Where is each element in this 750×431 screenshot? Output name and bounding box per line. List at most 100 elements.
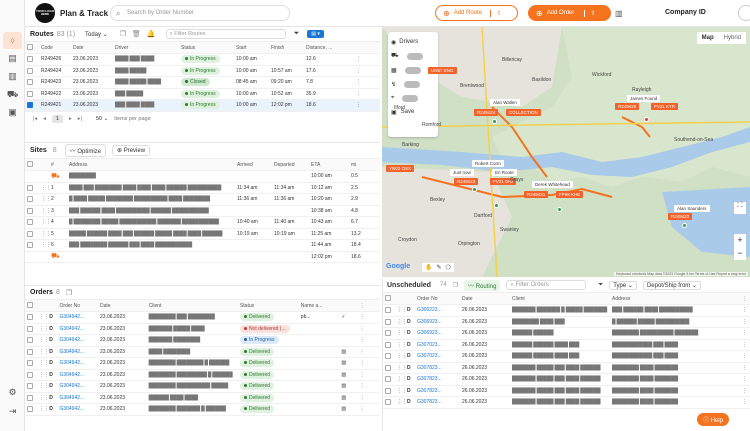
table-row[interactable]: ⋮⋮DG304942...23.06.2023████████ ████████… (25, 369, 380, 381)
trash-icon[interactable]: 🗑 (132, 30, 141, 38)
row-checkbox[interactable] (27, 360, 33, 367)
search-input[interactable]: ⌕ Search by Order Number (110, 5, 290, 21)
toggle-switch[interactable] (404, 66, 421, 74)
col-distance[interactable]: Distance, ... (304, 42, 354, 54)
table-row[interactable]: ⋮⋮DG307823...26.06.2023███████ █████ ███… (383, 385, 750, 397)
map-route-label[interactable]: R249424 (474, 109, 499, 116)
table-row[interactable]: ⋮⋮DG304942...23.06.2023███████ █████ ███… (25, 323, 380, 335)
drag-handle-icon[interactable]: ⋮⋮ (39, 182, 49, 194)
list-item[interactable]: ⋮⋮4█ ████████ █████ ███████████ ███████ … (25, 216, 380, 229)
toggle-switch[interactable] (404, 80, 421, 88)
more-icon[interactable]: ⋮ (740, 327, 750, 340)
row-checkbox[interactable] (385, 387, 391, 394)
drag-handle-icon[interactable]: ⋮⋮ (37, 346, 48, 358)
pencil-icon[interactable]: ✎ (436, 264, 441, 271)
list-item[interactable]: ⋮⋮5█████ ██████ ████ ███ ██████ █████ ██… (25, 228, 380, 240)
row-checkbox[interactable] (27, 371, 33, 378)
shape-icon[interactable]: ⬠ (446, 264, 451, 271)
map-driver-label[interactable]: En Route (492, 169, 517, 176)
table-row[interactable]: R249422 23.06.2023 ███ █████ In Progress 10:… (25, 88, 380, 100)
map-route-label[interactable]: R249423 (454, 178, 479, 185)
row-checkbox[interactable] (27, 394, 33, 401)
table-row[interactable]: R249423 23.06.2023 ████ █████ ████ Closed 08… (25, 76, 380, 89)
map-button[interactable]: Map (697, 32, 719, 44)
table-row[interactable]: ⋮⋮DG304942...23.06.2023████████ ███ ████… (25, 311, 380, 324)
table-row[interactable]: R249421 23.06.2023 ███ ████ ████ In Progres… (25, 99, 380, 112)
more-icon[interactable]: ⋮ (354, 88, 380, 100)
table-row[interactable]: ⋮⋮DG304942...23.06.2023████████ ████████… (25, 380, 380, 393)
drag-handle-icon[interactable]: ⋮⋮ (39, 228, 49, 240)
image-icon[interactable]: ▨ (339, 380, 358, 393)
more-icon[interactable]: ⋮ (357, 323, 380, 335)
more-icon[interactable]: ⋮ (354, 76, 380, 89)
more-icon[interactable]: ⋮ (740, 362, 750, 374)
prev-page-icon[interactable]: ◂ (43, 116, 46, 122)
more-icon[interactable]: ⋮ (740, 350, 750, 363)
select-all-checkbox[interactable] (27, 161, 33, 168)
barcode-icon[interactable]: ▥ (615, 9, 623, 18)
col-status[interactable]: Status (179, 42, 234, 54)
row-checkbox[interactable] (385, 318, 391, 325)
export-button[interactable]: ▤ ▾ (307, 30, 324, 38)
list-icon[interactable]: ▣ (6, 106, 19, 119)
more-icon[interactable]: ⋮ (357, 357, 380, 370)
map-driver-label[interactable]: Derek Whitehead (532, 181, 573, 188)
row-checkbox[interactable] (27, 90, 33, 97)
map-route-label[interactable]: COLLECTION (506, 109, 541, 116)
map-driver-label[interactable]: Robert Corm (472, 160, 504, 167)
more-icon[interactable]: ⋮ (357, 403, 380, 416)
more-icon[interactable]: ⋮ (357, 346, 380, 358)
table-row[interactable]: ⋮⋮DG300223...26.06.2023███████ ███████ █… (383, 304, 750, 317)
routing-button[interactable]: 〰 Routing (464, 279, 501, 291)
select-all-checkbox[interactable] (27, 302, 33, 309)
row-checkbox[interactable] (385, 307, 391, 314)
drag-handle-icon[interactable]: ⋮⋮ (395, 304, 405, 317)
table-row[interactable]: R249424 23.06.2023 ████ █████ In Progress 10… (25, 65, 380, 77)
signature-icon[interactable]: ✓ (339, 311, 358, 324)
more-icon[interactable]: ⋮ (740, 385, 750, 397)
list-item[interactable]: ⋮⋮3███ ██████ ████ ██████████ ██████ ███… (25, 205, 380, 217)
add-route-button[interactable]: ⊕ Add Route ⇧ (435, 5, 518, 21)
col-code[interactable]: Code (39, 42, 71, 54)
row-checkbox[interactable] (27, 337, 33, 344)
row-checkbox[interactable] (27, 196, 33, 203)
select-all-checkbox[interactable] (27, 44, 33, 51)
map-route-label[interactable]: R249425 (615, 103, 640, 110)
truck-icon[interactable]: ⛟ (6, 88, 19, 101)
drag-handle-icon[interactable]: ⋮⋮ (37, 357, 48, 370)
map-route-label[interactable]: FV21 KTR (651, 103, 679, 110)
book-icon[interactable]: ▤ (6, 52, 19, 65)
routes-filter-input[interactable]: ⌕ Filter Routes (165, 29, 286, 39)
next-page-icon[interactable]: ▸ (69, 116, 72, 122)
drag-handle-icon[interactable]: ⋮⋮ (37, 392, 48, 404)
toggle-switch[interactable] (402, 94, 419, 102)
page-number[interactable]: 1 (51, 114, 64, 123)
col-start[interactable]: Start (234, 42, 269, 54)
add-order-button[interactable]: ⊕ Add Order ⇧ (528, 5, 611, 21)
table-row[interactable]: R249426 23.06.2023 ████ ███ ████ In Progres… (25, 53, 380, 66)
hand-icon[interactable]: ✋ (425, 264, 432, 271)
drag-handle-icon[interactable]: ⋮⋮ (37, 311, 48, 324)
map-route-label[interactable]: R249422 (668, 213, 693, 220)
row-checkbox[interactable] (27, 406, 33, 413)
drag-handle-icon[interactable]: ⋮⋮ (37, 380, 48, 393)
bell-icon[interactable]: 🔔 (147, 30, 156, 38)
map-driver-label[interactable]: Just now (450, 169, 474, 176)
row-checkbox[interactable] (27, 67, 33, 74)
map-marker[interactable] (644, 117, 649, 122)
table-row[interactable]: ⋮⋮DG306923...26.06.2023██████ ██████████… (383, 327, 750, 340)
map-marker[interactable] (557, 207, 562, 212)
more-icon[interactable]: ⋮ (354, 53, 380, 66)
row-checkbox[interactable] (385, 376, 391, 383)
map-marker[interactable] (472, 187, 477, 192)
table-row[interactable]: ⋮⋮DG304942...23.06.2023████ ████████Deli… (25, 346, 380, 358)
drag-handle-icon[interactable]: ⋮⋮ (395, 327, 405, 340)
row-checkbox[interactable] (27, 219, 33, 226)
zoom-in-button[interactable]: + (734, 234, 746, 247)
more-icon[interactable]: ⋮ (740, 373, 750, 386)
row-checkbox[interactable] (385, 341, 391, 348)
page-size-select[interactable]: 50 ⌄ (96, 116, 108, 122)
drag-handle-icon[interactable]: ⋮⋮ (39, 193, 49, 206)
drag-handle-icon[interactable]: ⋮⋮ (37, 334, 48, 347)
table-row[interactable]: ⋮⋮DG307823...26.06.2023███████ █████ ███… (383, 362, 750, 374)
